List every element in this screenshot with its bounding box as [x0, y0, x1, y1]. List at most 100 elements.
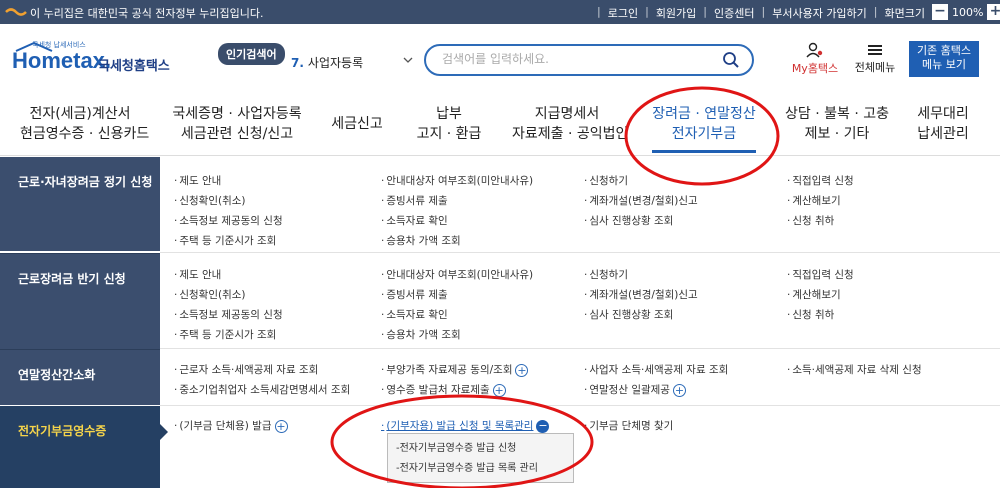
menu-link[interactable]: 기부금 단체명 찾기: [584, 418, 673, 433]
expand-plus-icon[interactable]: +: [672, 383, 686, 397]
nav-label: 제보 · 기타: [804, 126, 870, 142]
expand-plus-icon[interactable]: +: [274, 419, 288, 433]
menu-link[interactable]: 승용차 가액 조회: [381, 233, 460, 248]
popular-search-term[interactable]: 7. 사업자등록: [291, 54, 363, 71]
legacy-menu-button[interactable]: 기존 홈택스 메뉴 보기: [909, 41, 979, 77]
government-emblem-icon: [5, 8, 27, 16]
divider: [160, 348, 1000, 349]
menu-link[interactable]: 제도 안내: [174, 173, 221, 188]
menu-link-label: 영수증 발급처 자료제출: [386, 384, 490, 396]
nav-label: 자료제출 · 공익법인: [512, 126, 629, 142]
legacy-menu-label-1: 기존 홈택스: [916, 44, 972, 57]
nav-label: 국세증명 · 사업자등록: [172, 106, 302, 122]
zoom-control: − 100% +: [932, 4, 1000, 20]
menu-link[interactable]: 직접입력 신청: [787, 173, 853, 188]
expand-plus-icon[interactable]: +: [515, 363, 529, 377]
nav-label: 세금신고: [331, 116, 383, 132]
menu-link-label: 부양가족 자료제공 동의/조회: [386, 364, 513, 376]
nav-label: 장려금 · 연말정산: [652, 106, 756, 122]
menu-link[interactable]: 소득정보 제공동의 신청: [174, 307, 282, 322]
nav-tax-agent[interactable]: 세무대리 납세관리: [908, 104, 978, 144]
submenu-item[interactable]: -전자기부금영수증 발급 신청: [396, 439, 573, 459]
separator: |: [645, 5, 649, 18]
collapse-minus-icon[interactable]: −: [536, 419, 550, 433]
menu-link[interactable]: 소득·세액공제 자료 삭제 신청: [787, 362, 921, 377]
menu-link[interactable]: 계좌개설(변경/철회)신고: [584, 193, 697, 208]
section-title[interactable]: 전자기부금영수증: [0, 406, 168, 488]
menu-link[interactable]: 부양가족 자료제공 동의/조회+: [381, 362, 529, 377]
menu-link[interactable]: 사업자 소득·세액공제 자료 조회: [584, 362, 728, 377]
nav-payment[interactable]: 납부 고지 · 환급: [414, 104, 484, 144]
legacy-menu-label-2: 메뉴 보기: [922, 58, 966, 71]
my-hometax-button[interactable]: My홈택스: [786, 42, 844, 76]
all-menu-button[interactable]: 전체메뉴: [850, 42, 900, 75]
menu-link[interactable]: 신청확인(취소): [174, 193, 245, 208]
menu-link[interactable]: 주택 등 기준시가 조회: [174, 327, 276, 342]
nav-consultation[interactable]: 상담 · 불복 · 고충 제보 · 기타: [782, 104, 892, 144]
menu-link[interactable]: 신청확인(취소): [174, 287, 245, 302]
menu-link-active[interactable]: (기부자용) 발급 신청 및 목록관리−: [381, 418, 550, 433]
chevron-down-icon[interactable]: [402, 54, 414, 66]
separator: |: [703, 5, 708, 18]
logo-org-name: 국세청홈택스: [98, 59, 170, 74]
nav-e-invoice[interactable]: 전자(세금)계산서 현금영수증 · 신용카드: [20, 104, 150, 144]
expand-plus-icon[interactable]: +: [492, 383, 506, 397]
logo-wordmark: Hometax.: [12, 48, 112, 73]
gov-notice: 이 누리집은 대한민국 공식 전자정부 누리집입니다.: [30, 7, 264, 20]
nav-label: 세무대리: [917, 106, 969, 122]
my-hometax-label: My홈택스: [791, 62, 839, 75]
nav-label: 세금관련 신청/신고: [180, 126, 294, 142]
menu-link[interactable]: 계좌개설(변경/철회)신고: [584, 287, 697, 302]
menu-link[interactable]: 소득정보 제공동의 신청: [174, 213, 282, 228]
menu-link[interactable]: 연말정산 일괄제공+: [584, 382, 686, 397]
menu-link[interactable]: 신청 취하: [787, 307, 834, 322]
section-title[interactable]: 근로·자녀장려금 정기 신청: [0, 157, 160, 251]
menu-link-label: (기부자용) 발급 신청 및 목록관리: [386, 420, 534, 432]
menu-link[interactable]: 신청 취하: [787, 213, 834, 228]
dept-user-signup-link[interactable]: 부서사용자 가입하기: [772, 5, 867, 21]
menu-link[interactable]: 안내대상자 여부조회(미안내사유): [381, 267, 533, 282]
search-icon[interactable]: [722, 51, 740, 69]
nav-label: 고지 · 환급: [416, 126, 482, 142]
nav-label: 전자기부금: [671, 126, 737, 142]
menu-link[interactable]: 신청하기: [584, 267, 628, 282]
menu-link[interactable]: 증빙서류 제출: [381, 287, 447, 302]
menu-link[interactable]: 증빙서류 제출: [381, 193, 447, 208]
signup-link[interactable]: 회원가입: [656, 5, 696, 21]
search-input[interactable]: [442, 52, 702, 66]
menu-link[interactable]: 계산해보기: [787, 193, 840, 208]
menu-link[interactable]: 중소기업취업자 소득세감면명세서 조회: [174, 382, 350, 397]
menu-link[interactable]: 신청하기: [584, 173, 628, 188]
menu-link[interactable]: (기부금 단체용) 발급+: [174, 418, 288, 433]
section-title[interactable]: 근로장려금 반기 신청: [0, 253, 160, 349]
nav-label: 현금영수증 · 신용카드: [20, 126, 150, 142]
cert-center-link[interactable]: 인증센터: [714, 5, 754, 21]
menu-link[interactable]: 근로자 소득·세액공제 자료 조회: [174, 362, 318, 377]
menu-link[interactable]: 심사 진행상황 조회: [584, 307, 673, 322]
zoom-in-button[interactable]: +: [987, 4, 1000, 20]
menu-link[interactable]: 소득자료 확인: [381, 307, 447, 322]
menu-link[interactable]: 안내대상자 여부조회(미안내사유): [381, 173, 533, 188]
menu-link[interactable]: 직접입력 신청: [787, 267, 853, 282]
menu-link[interactable]: 영수증 발급처 자료제출+: [381, 382, 506, 397]
menu-link[interactable]: 심사 진행상황 조회: [584, 213, 673, 228]
nav-tax-filing[interactable]: 세금신고: [330, 114, 384, 134]
submenu-item-label: 전자기부금영수증 발급 목록 관리: [399, 463, 538, 474]
nav-label: 납부: [436, 106, 462, 122]
zoom-out-button[interactable]: −: [932, 4, 948, 20]
nav-payment-statement[interactable]: 지급명세서 자료제출 · 공익법인: [512, 104, 629, 144]
menu-link[interactable]: 소득자료 확인: [381, 213, 447, 228]
menu-link[interactable]: 계산해보기: [787, 287, 840, 302]
search-box: [424, 44, 754, 76]
nav-label: 납세관리: [917, 126, 969, 142]
nav-label: 상담 · 불복 · 고충: [785, 106, 889, 122]
menu-link[interactable]: 주택 등 기준시가 조회: [174, 233, 276, 248]
section-title[interactable]: 연말정산간소화: [0, 349, 160, 405]
nav-certificate[interactable]: 국세증명 · 사업자등록 세금관련 신청/신고: [172, 104, 302, 144]
nav-incentive-year-end[interactable]: 장려금 · 연말정산 전자기부금: [644, 104, 764, 144]
login-link[interactable]: 로그인: [608, 5, 638, 21]
menu-link[interactable]: 제도 안내: [174, 267, 221, 282]
menu-link[interactable]: 승용차 가액 조회: [381, 327, 460, 342]
separator: |: [761, 5, 766, 18]
submenu-item[interactable]: -전자기부금영수증 발급 목록 관리: [396, 459, 573, 479]
